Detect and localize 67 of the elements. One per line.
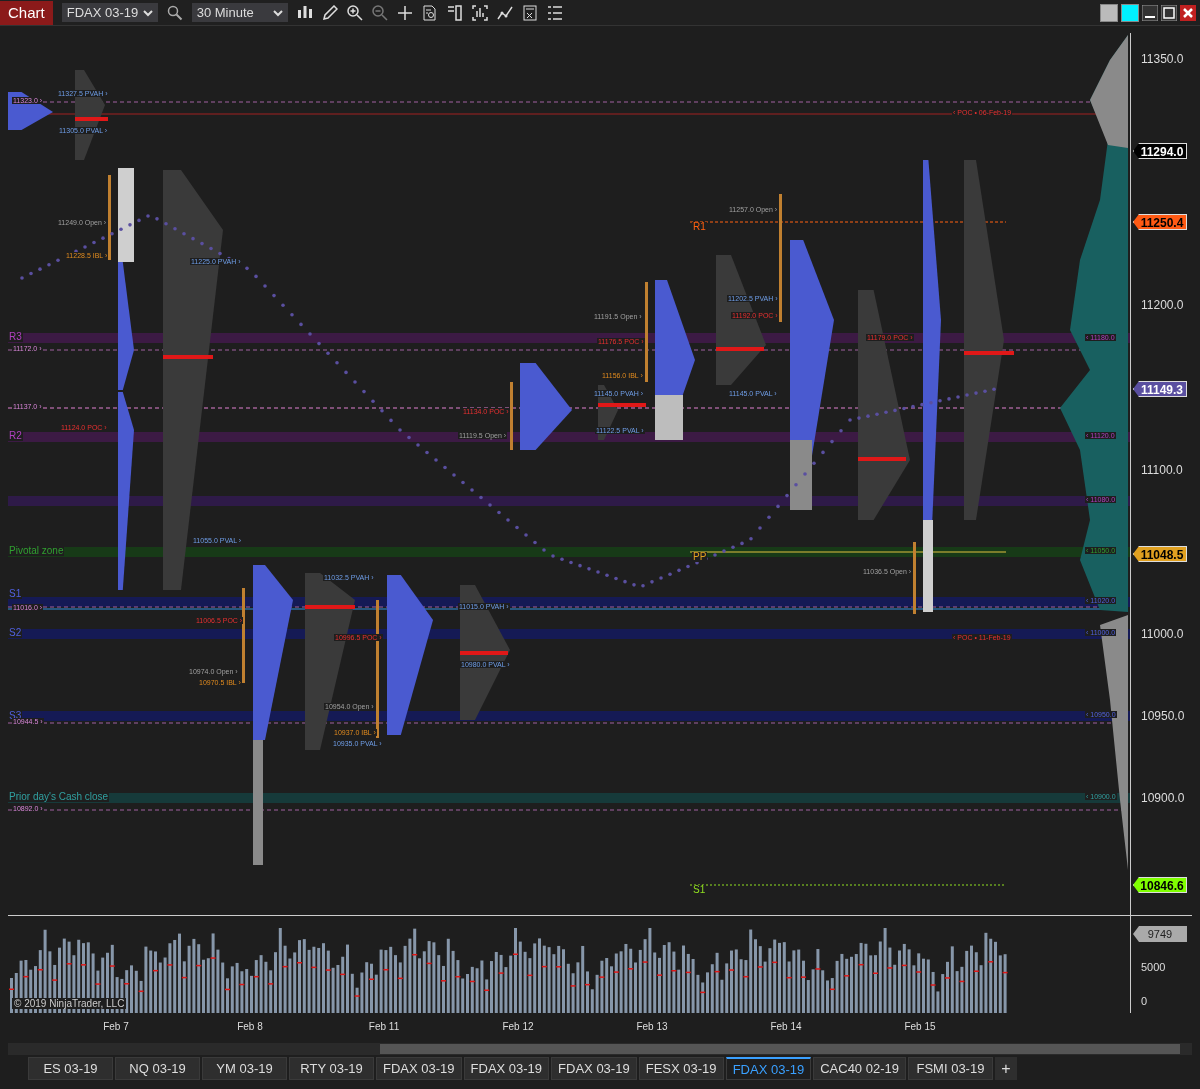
line-chart-icon[interactable] [496, 4, 513, 21]
instrument-tab[interactable]: FDAX 03-19 [725, 1057, 812, 1080]
date-label: Feb 14 [769, 1021, 803, 1032]
price-marker: 11048.5 [1133, 546, 1187, 562]
chart-title-button[interactable]: Chart [0, 0, 53, 25]
search-icon[interactable] [166, 4, 183, 21]
caret-icon [142, 8, 153, 17]
horizontal-scrollbar[interactable] [8, 1043, 1192, 1055]
date-label: Feb 11 [367, 1021, 401, 1032]
zoom-out-icon[interactable] [371, 4, 388, 21]
instrument-tab[interactable]: FESX 03-19 [638, 1057, 724, 1080]
chart-level-label: R2 [8, 431, 23, 441]
volume-marker: 9749 [1133, 926, 1187, 942]
document-search-icon[interactable] [421, 4, 438, 21]
chart-level-label: S2 [8, 628, 23, 638]
price-tick-label: 11350.0 [1141, 52, 1184, 66]
background-swatch-button[interactable] [1100, 3, 1118, 22]
instrument-tab[interactable]: YM 03-19 [202, 1057, 287, 1080]
instrument-tab[interactable]: FSMI 03-19 [907, 1057, 993, 1080]
chart-level-label: PP [692, 552, 708, 562]
crosshair-icon[interactable] [396, 4, 413, 21]
highlight-swatch-button[interactable] [1121, 3, 1139, 22]
instrument-tab[interactable]: CAC40 02-19 [813, 1057, 906, 1080]
instrument-dropdown[interactable]: FDAX 03-19 [61, 3, 158, 22]
chart-level-label: S1 [692, 885, 707, 895]
add-tab-button[interactable]: + [994, 1057, 1017, 1080]
candlestick-icon[interactable] [296, 4, 313, 21]
chart-level-label: Pivotal zone [8, 546, 65, 556]
price-marker: 10846.6 [1133, 877, 1187, 893]
chart-level-label: Prior day's Cash close [8, 792, 110, 802]
list-icon[interactable] [546, 4, 563, 21]
date-label: Feb 15 [903, 1021, 937, 1032]
copyright-text: © 2019 NinjaTrader, LLC [12, 998, 127, 1009]
price-marker: 11149.3 [1133, 381, 1187, 397]
instrument-tab[interactable]: NQ 03-19 [115, 1057, 200, 1080]
date-label: Feb 8 [236, 1021, 264, 1032]
bar-chart-icon[interactable] [471, 4, 488, 21]
date-label: Feb 13 [635, 1021, 669, 1032]
chart-level-label: R3 [8, 332, 23, 342]
maximize-icon[interactable] [1161, 4, 1177, 21]
calculator-icon[interactable] [521, 4, 538, 21]
caret-icon [272, 8, 283, 17]
instrument-tab[interactable]: RTY 03-19 [289, 1057, 374, 1080]
instrument-tab[interactable]: ES 03-19 [28, 1057, 113, 1080]
scrollbar-thumb[interactable] [380, 1044, 1180, 1054]
interval-dropdown[interactable]: 30 Minute [191, 3, 288, 22]
date-label: Feb 7 [102, 1021, 130, 1032]
price-marker: 11250.4 [1133, 214, 1187, 230]
bracket-icon[interactable] [446, 4, 463, 21]
price-tick-label: 11000.0 [1141, 627, 1184, 641]
date-label: Feb 12 [501, 1021, 535, 1032]
close-icon[interactable] [1180, 4, 1196, 21]
price-tick-label: 11100.0 [1141, 463, 1183, 477]
volume-tick-label: 0 [1141, 995, 1148, 1007]
price-tick-label: 10950.0 [1141, 709, 1185, 723]
minimize-icon[interactable] [1142, 4, 1158, 21]
chart-level-label: R1 [692, 222, 707, 232]
volume-tick-label: 5000 [1141, 961, 1166, 973]
instrument-tab[interactable]: FDAX 03-19 [551, 1057, 637, 1080]
chart-level-label: S1 [8, 589, 23, 599]
price-marker: 11294.0 [1133, 143, 1187, 159]
zoom-in-icon[interactable] [346, 4, 363, 21]
price-tick-label: 11200.0 [1141, 298, 1184, 312]
pencil-icon[interactable] [321, 4, 338, 21]
instrument-tab[interactable]: FDAX 03-19 [463, 1057, 550, 1080]
instrument-tab[interactable]: FDAX 03-19 [376, 1057, 462, 1080]
price-tick-label: 10900.0 [1141, 791, 1185, 805]
